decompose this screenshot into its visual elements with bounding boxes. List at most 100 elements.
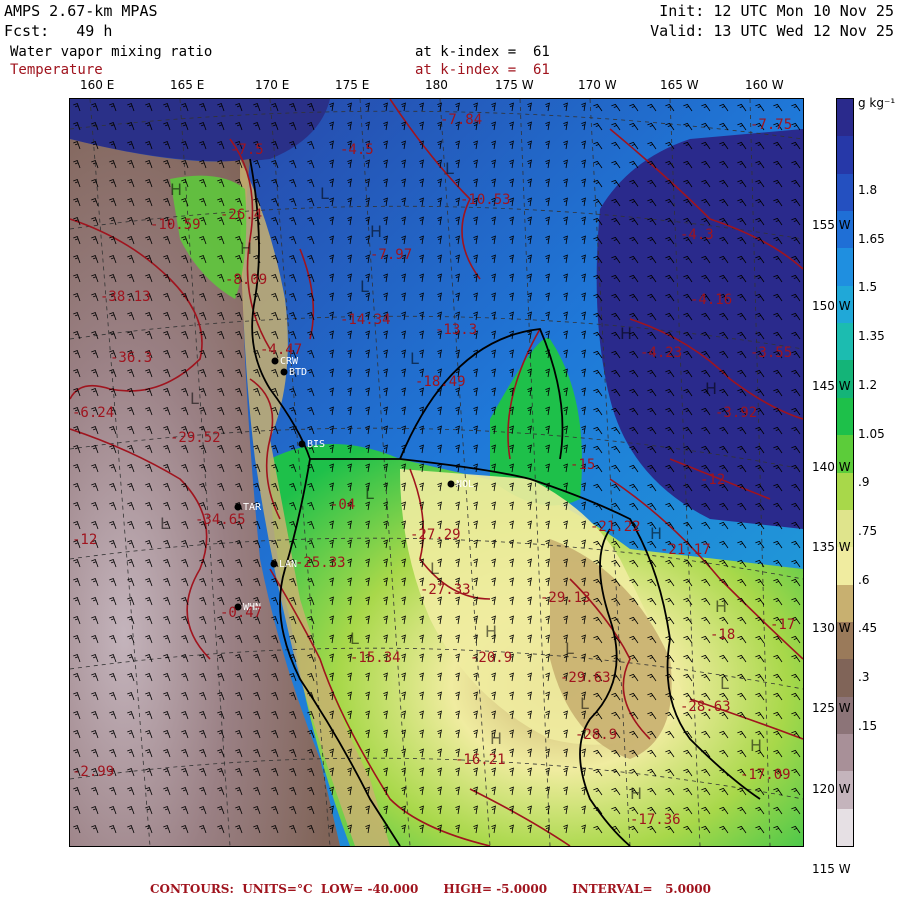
contour-label: -04 (330, 497, 355, 513)
contour-label: -13.3 (435, 322, 477, 338)
longitude-label: 160 W (745, 78, 784, 92)
station-dot[interactable] (280, 368, 288, 376)
high-marker: H (750, 736, 762, 755)
forecast-map[interactable]: CRWBTDBISNOLLANWHNTAR -36.3-38.13-6.24-2… (69, 98, 804, 847)
model-title: AMPS 2.67-km MPAS (4, 2, 158, 20)
contour-info: CONTOURS: UNITS=°C LOW= -40.000 HIGH= -5… (150, 882, 712, 896)
contour-label: -17.09 (740, 767, 791, 783)
contour-label: -10.53 (460, 192, 511, 208)
station-dot[interactable] (298, 440, 306, 448)
colorbar-swatch (837, 584, 853, 623)
station-dot[interactable] (447, 480, 455, 488)
contour-label: -25.33 (295, 555, 346, 571)
contour-label: -10.59 (150, 217, 201, 233)
colorbar-swatch (837, 173, 853, 212)
colorbar-label: .15 (858, 719, 878, 733)
contour-label: -15 (570, 457, 595, 473)
contour-label: -3.92 (715, 405, 757, 421)
contour-label: -36.3 (110, 350, 152, 366)
high-marker: H (370, 222, 382, 241)
colorbar-swatch (837, 397, 853, 436)
contour-label: -29.63 (560, 670, 611, 686)
colorbar-swatch (837, 472, 853, 511)
latitude-label: 155 W (812, 218, 851, 232)
contour-label: -28.63 (680, 699, 731, 715)
contour-label: -16.21 (455, 752, 506, 768)
high-marker: H (620, 324, 632, 343)
contour-label: -2.99 (72, 764, 114, 780)
high-marker: H (485, 622, 497, 641)
colorbar-swatch (837, 734, 853, 772)
colorbar-swatch (837, 136, 853, 175)
contour-label: -29.52 (170, 430, 221, 446)
low-marker: L (565, 639, 574, 658)
low-marker: L (720, 674, 729, 693)
low-marker: L (410, 349, 419, 368)
contour-label: -4.5 (340, 142, 374, 158)
high-marker: H (630, 784, 642, 803)
contour-label: -20.9 (470, 650, 512, 666)
contour-label: -38.13 (100, 289, 151, 305)
colorbar-label: .9 (858, 475, 870, 489)
contour-label: -4.16 (690, 292, 732, 308)
latitude-label: 145 W (812, 379, 851, 393)
contour-label: -14.34 (340, 312, 391, 328)
colorbar-label: 1.05 (858, 427, 885, 441)
latitude-label: 135 W (812, 540, 851, 554)
station-label: BTD (289, 367, 307, 378)
station-dot[interactable] (234, 503, 242, 511)
low-marker: L (580, 694, 589, 713)
low-marker: L (365, 484, 374, 503)
colorbar-unit: g kg⁻¹ (858, 96, 896, 110)
station-dot[interactable] (271, 357, 279, 365)
contour-label: -7.97 (370, 247, 412, 263)
contour-label: -21.22 (590, 519, 641, 535)
contour-label: -28.9 (575, 727, 617, 743)
contour-label: -27.33 (420, 582, 471, 598)
latitude-label: 115 W (812, 862, 851, 876)
contour-label: -7.75 (750, 117, 792, 133)
colorbar-label: 1.5 (858, 280, 878, 294)
contour-label: -12 (72, 532, 97, 548)
field2-name: Temperature (10, 62, 103, 78)
colorbar-swatch (837, 808, 853, 847)
field1-name: Water vapor mixing ratio (10, 44, 213, 60)
latitude-label: 120 W (812, 782, 851, 796)
high-marker: H (240, 239, 252, 258)
high-marker: H (715, 597, 727, 616)
longitude-label: 175 E (335, 78, 370, 92)
field1-level: at k-index = 61 (415, 44, 550, 60)
colorbar-swatch (837, 659, 853, 698)
colorbar-label: .75 (858, 524, 878, 538)
contour-label: -4.47 (260, 342, 302, 358)
colorbar-label: .45 (858, 621, 878, 635)
contour-label: -26.4 (220, 207, 262, 223)
low-marker: L (350, 629, 359, 648)
high-marker: H (490, 729, 502, 748)
low-marker: L (160, 514, 169, 533)
contour-label: -4.3 (680, 227, 714, 243)
longitude-label: 165 W (660, 78, 699, 92)
contour-label: -7.84 (440, 112, 482, 128)
colorbar-label: 1.35 (858, 329, 885, 343)
longitude-label: 170 W (578, 78, 617, 92)
field2-level: at k-index = 61 (415, 62, 550, 78)
low-marker: L (190, 389, 199, 408)
contour-label: -29.13 (540, 590, 591, 606)
contour-label: -18.49 (415, 374, 466, 390)
valid-time: Valid: 13 UTC Wed 12 Nov 25 (650, 22, 894, 40)
latitude-label: 125 W (812, 701, 851, 715)
contour-label: -15.34 (350, 650, 401, 666)
colorbar-label: .3 (858, 670, 870, 684)
contour-label: -6.24 (72, 405, 114, 421)
low-marker: L (360, 277, 369, 296)
station-dot[interactable] (270, 560, 278, 568)
init-time: Init: 12 UTC Mon 10 Nov 25 (659, 2, 894, 20)
colorbar-swatch (837, 323, 853, 361)
high-marker: H (650, 524, 662, 543)
contour-label: -17.36 (630, 812, 681, 828)
contour-label: -27.29 (410, 527, 461, 543)
colorbar-label: 1.8 (858, 183, 878, 197)
latitude-label: 130 W (812, 621, 851, 635)
contour-label: -17 (770, 617, 795, 633)
